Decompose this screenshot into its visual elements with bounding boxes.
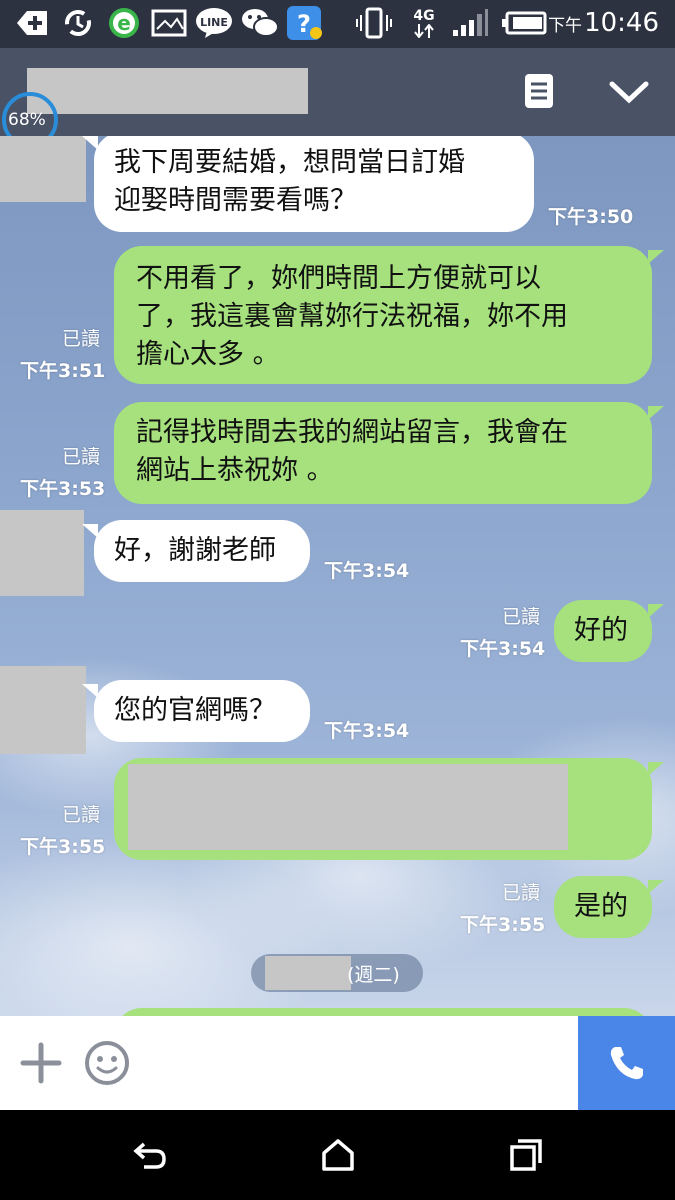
message-text: 好的 [574,615,628,646]
message-time: 下午3:50 [548,206,634,228]
home-icon[interactable] [318,1135,358,1175]
recent-apps-icon[interactable] [506,1135,546,1175]
call-button[interactable] [578,1016,675,1110]
message-time: 下午3:53 [20,478,106,500]
message-time: 下午3:51 [20,360,106,382]
chat-header: 68% [0,48,675,136]
message-bubble-outgoing[interactable] [114,758,664,860]
message-time: 下午3:54 [460,638,546,660]
message-text: 迎娶時間需要看嗎？ [114,185,357,216]
phone-icon [610,1047,643,1080]
message-time: 下午3:54 [324,560,410,582]
line-app-icon: LINE [194,6,234,40]
message-bubble-outgoing[interactable]: 不用看了，妳們時間上方便就可以 了，我這裏會幫妳行法祝福，妳不用 擔心太多 。 [114,246,664,384]
browser-icon: e [106,6,142,40]
message-bubble-incoming[interactable]: 我下周要結婚，想問當日訂婚 迎娶時間需要看嗎？ [82,136,534,232]
message-bubble-outgoing[interactable] [114,1008,652,1016]
chevron-down-icon[interactable] [608,76,652,110]
message-text: 您的官網嗎？ [114,695,276,726]
message-bubble-outgoing[interactable]: 記得找時間去我的網站留言，我會在 網站上恭祝妳 。 [114,402,664,504]
read-receipt: 已讀 [502,606,541,628]
message-bubble-outgoing[interactable]: 是的 [554,876,664,938]
read-receipt: 已讀 [502,882,541,904]
notes-icon[interactable] [522,72,560,112]
message-bubble-incoming[interactable]: 您的官網嗎？ [82,680,310,742]
avatar[interactable] [0,136,86,202]
avatar[interactable] [0,666,86,754]
help-icon: ? [285,6,325,40]
input-bar [0,1016,675,1110]
message-time: 下午3:55 [20,836,106,858]
message-text: 我下周要結婚，想問當日訂婚 [114,147,465,178]
message-bubble-outgoing[interactable]: 好的 [554,600,664,662]
message-time: 下午3:54 [324,720,410,742]
message-text: 擔心太多 。 [136,339,280,370]
back-icon[interactable] [130,1135,170,1175]
message-text: 記得找時間去我的網站留言，我會在 [136,417,568,448]
emoji-icon[interactable] [84,1040,132,1088]
message-bubble-incoming[interactable]: 好，謝謝老師 [82,520,310,582]
message-time: 下午3:55 [460,914,546,936]
message-text: 網站上恭祝妳 。 [136,455,334,486]
avatar[interactable] [0,510,84,596]
read-receipt: 已讀 [62,804,101,826]
signal-icon [450,6,490,40]
battery-overlay: 68% [0,92,60,136]
chat-area[interactable]: 我下周要結婚，想問當日訂婚 迎娶時間需要看嗎？ 下午3:50 已讀 下午3:51… [0,136,675,1016]
message-text: 不用看了，妳們時間上方便就可以 [136,263,541,294]
read-receipt: 已讀 [62,446,101,468]
message-text: 了，我這裏會幫妳行法祝福，妳不用 [136,301,568,332]
plus-icon[interactable] [20,1042,64,1086]
vibrate-icon [355,6,393,40]
battery-icon [500,6,550,40]
wechat-icon [240,6,280,40]
contact-name-redacted [27,68,308,114]
date-separator: (週二) [251,954,423,992]
system-nav-bar [0,1110,675,1200]
redacted-link [128,764,568,850]
message-text: 好，謝謝老師 [114,535,276,566]
svg-text:e: e [117,11,131,35]
status-bar: e LINE ? 4G 下午10:46 [0,0,675,48]
svg-text:LINE: LINE [200,16,228,29]
network-indicator: 4G [408,6,440,40]
read-receipt: 已讀 [62,328,101,350]
clock: 下午10:46 [548,8,659,38]
add-icon [14,6,50,40]
sync-icon [60,6,96,40]
image-icon [150,6,188,40]
message-text: 是的 [574,891,628,922]
svg-text:?: ? [297,10,311,38]
